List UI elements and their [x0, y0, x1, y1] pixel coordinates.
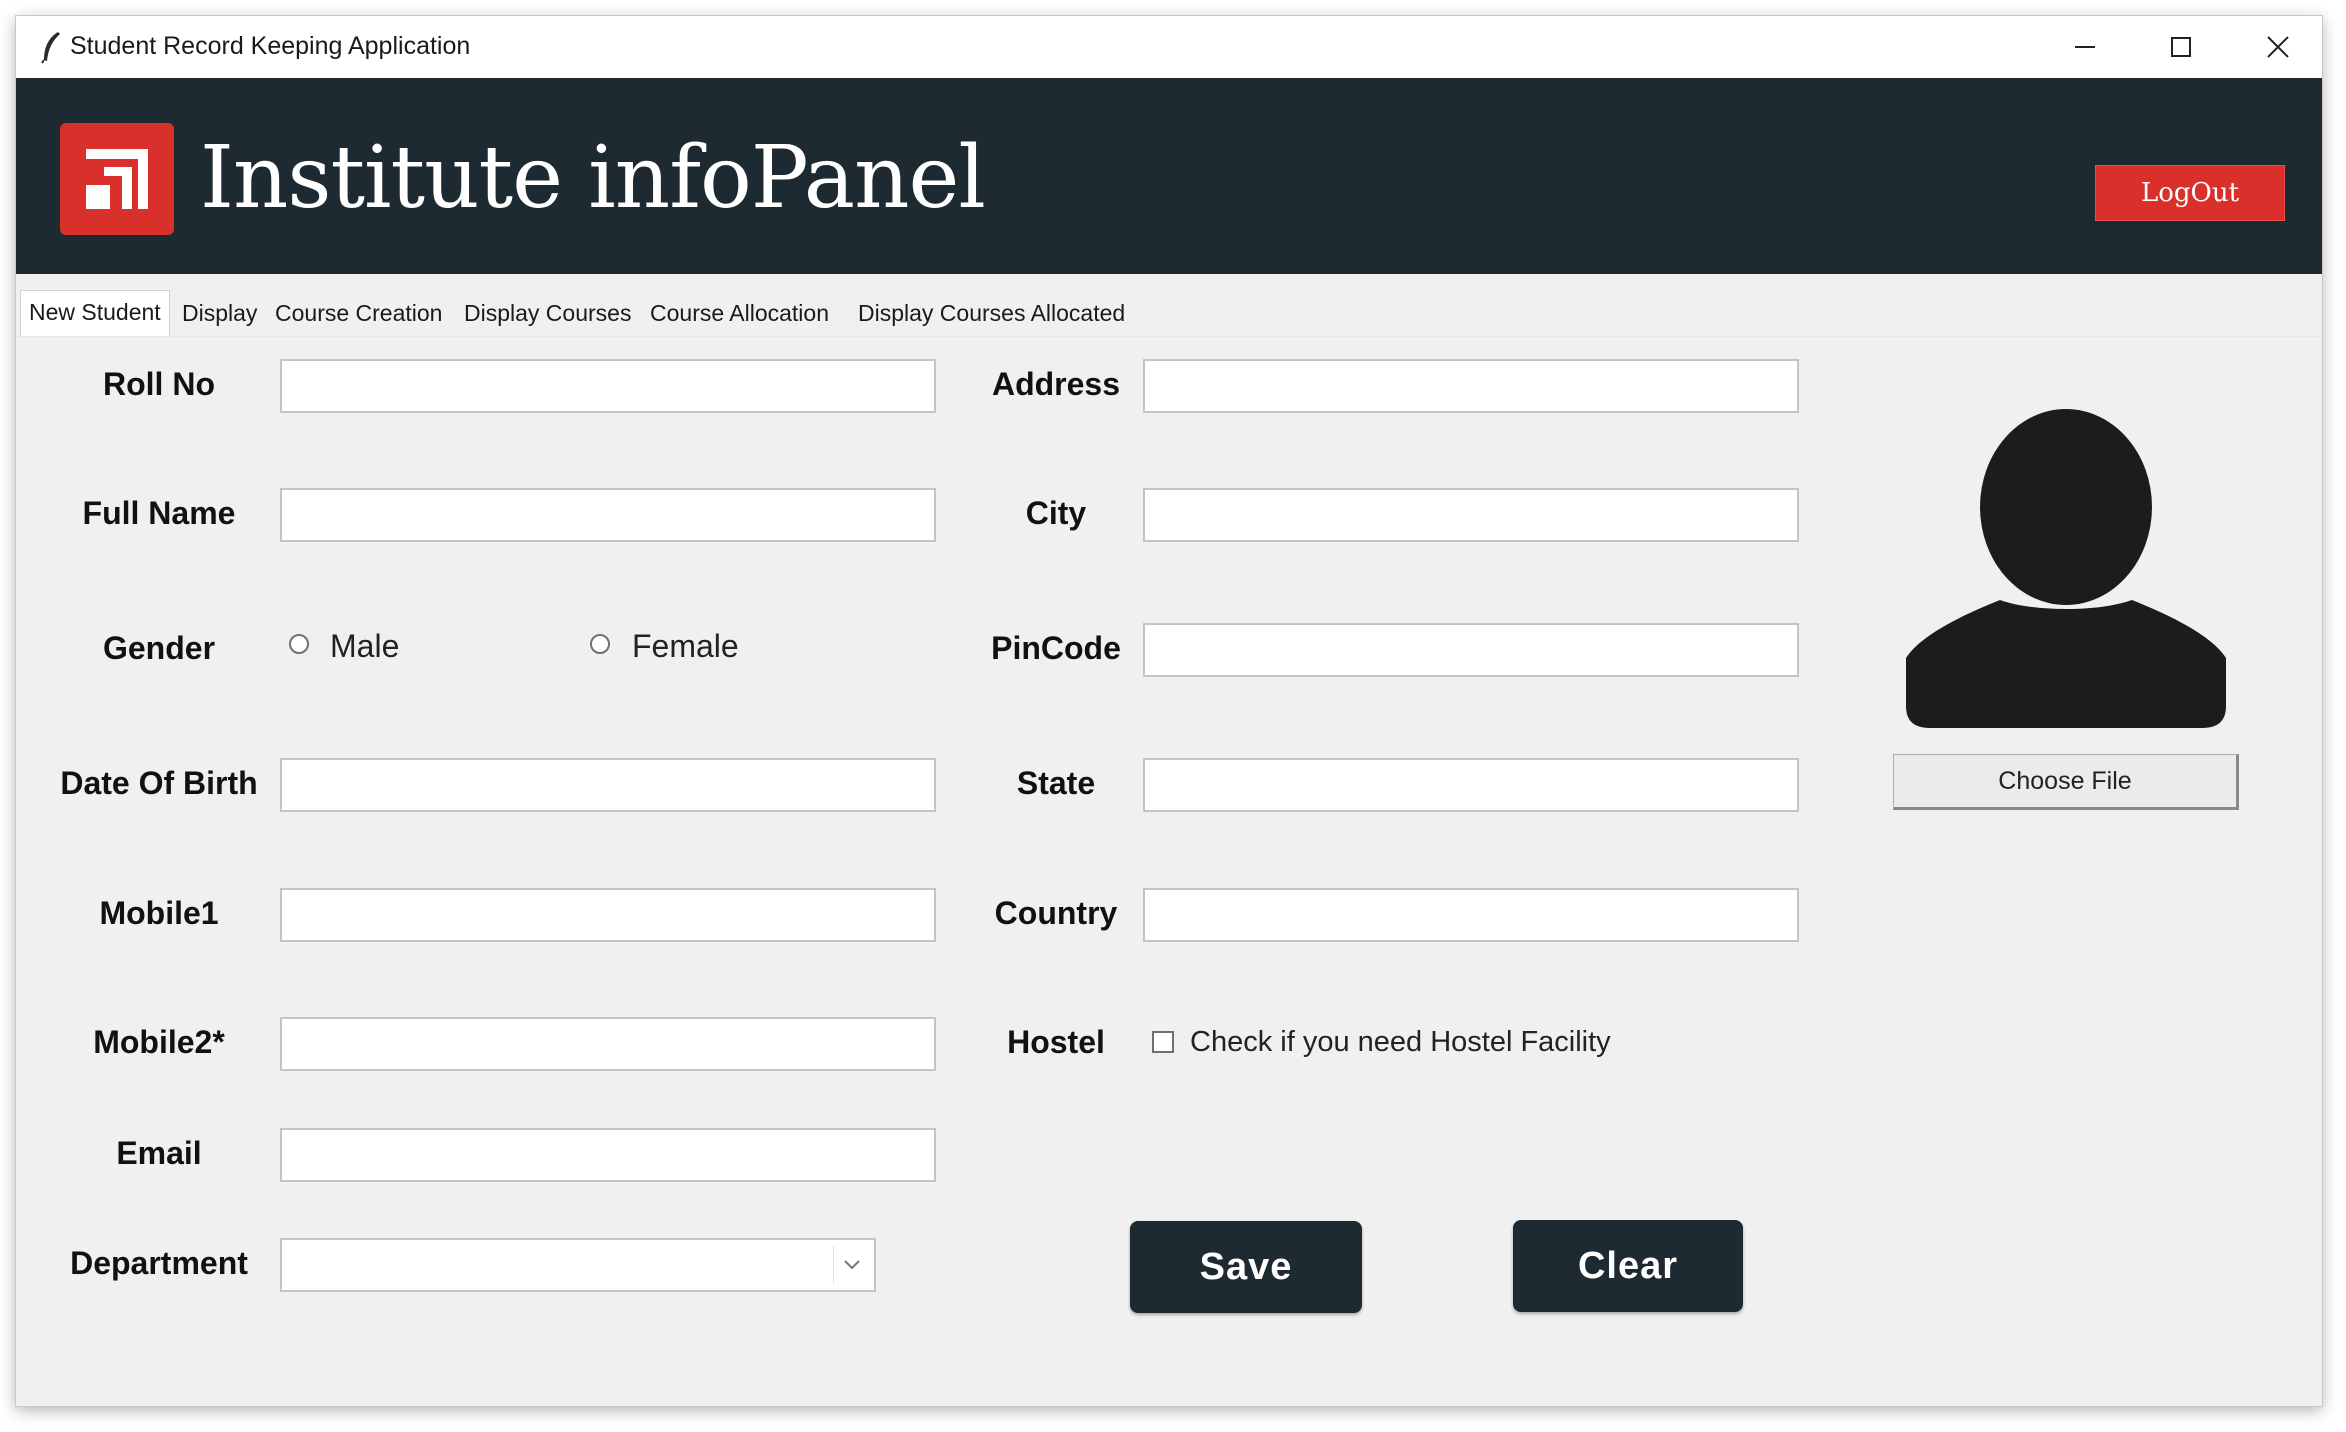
feather-icon [38, 30, 66, 64]
mobile1-label: Mobile1 [99, 895, 219, 931]
address-input[interactable] [1143, 359, 1799, 413]
country-label: Country [994, 895, 1118, 931]
user-avatar-icon [1896, 396, 2236, 746]
close-icon[interactable] [2242, 24, 2312, 70]
gender-male-label[interactable]: Male [330, 628, 399, 665]
hostel-checkbox[interactable] [1152, 1031, 1174, 1053]
full-name-label: Full Name [82, 495, 236, 531]
tab-course-allocation[interactable]: Course Allocation [644, 296, 835, 331]
department-label: Department [70, 1245, 248, 1281]
city-input[interactable] [1143, 488, 1799, 542]
dob-label: Date Of Birth [60, 765, 258, 801]
choose-file-button[interactable]: Choose File [1893, 754, 2239, 810]
dropdown-button[interactable] [833, 1246, 870, 1284]
title-bar: Student Record Keeping Application [16, 16, 2322, 78]
clear-button[interactable]: Clear [1513, 1220, 1743, 1312]
department-select[interactable] [280, 1238, 876, 1292]
save-button[interactable]: Save [1130, 1221, 1362, 1313]
gender-female-label[interactable]: Female [632, 628, 739, 665]
gender-label: Gender [102, 630, 216, 666]
mobile2-label: Mobile2* [93, 1024, 225, 1060]
minimize-icon[interactable] [2050, 24, 2120, 70]
address-label: Address [991, 366, 1121, 402]
state-label: State [1016, 765, 1096, 801]
gender-male-radio[interactable] [289, 634, 309, 654]
dob-input[interactable] [280, 758, 936, 812]
email-label: Email [116, 1135, 202, 1171]
chevron-down-icon [844, 1260, 860, 1270]
tab-display-courses-allocated[interactable]: Display Courses Allocated [852, 296, 1131, 331]
mobile1-input[interactable] [280, 888, 936, 942]
country-input[interactable] [1143, 888, 1799, 942]
tab-display-courses[interactable]: Display Courses [458, 296, 637, 331]
roll-no-input[interactable] [280, 359, 936, 413]
tab-new-student[interactable]: New Student [20, 290, 170, 336]
hostel-label: Hostel [1007, 1024, 1105, 1060]
institute-logo-icon [60, 123, 174, 235]
hostel-checkbox-label[interactable]: Check if you need Hostel Facility [1190, 1026, 1611, 1059]
state-input[interactable] [1143, 758, 1799, 812]
tab-display[interactable]: Display [176, 296, 263, 331]
tab-bar: New Student Display Course Creation Disp… [16, 274, 2322, 337]
city-label: City [1025, 495, 1087, 531]
maximize-icon[interactable] [2146, 24, 2216, 70]
pincode-input[interactable] [1143, 623, 1799, 677]
gender-female-radio[interactable] [590, 634, 610, 654]
logout-button[interactable]: LogOut [2095, 165, 2285, 221]
roll-no-label: Roll No [103, 366, 215, 402]
tab-course-creation[interactable]: Course Creation [269, 296, 448, 331]
full-name-input[interactable] [280, 488, 936, 542]
app-window: Student Record Keeping Application Insti… [15, 15, 2323, 1407]
brand-title: Institute infoPanel [200, 128, 986, 228]
window-title: Student Record Keeping Application [70, 32, 471, 60]
pincode-label: PinCode [991, 630, 1121, 666]
email-input[interactable] [280, 1128, 936, 1182]
app-header: Institute infoPanel LogOut [16, 78, 2322, 274]
mobile2-input[interactable] [280, 1017, 936, 1071]
